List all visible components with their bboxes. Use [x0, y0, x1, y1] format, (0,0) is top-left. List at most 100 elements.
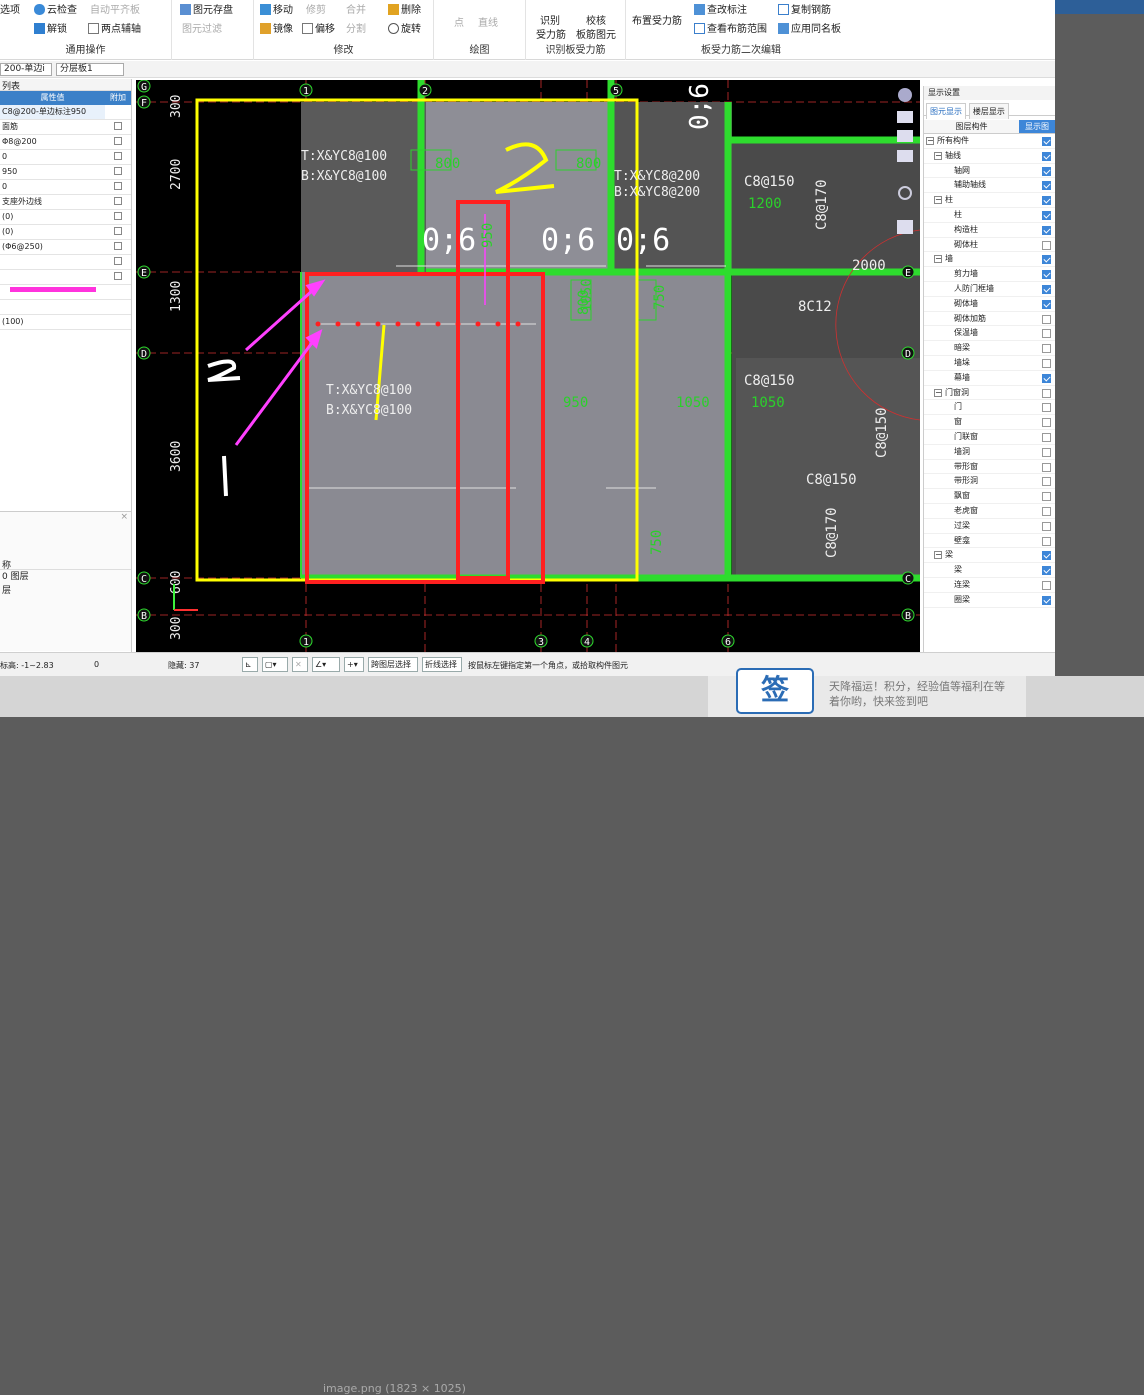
- property-extra-checkbox[interactable]: [114, 152, 122, 160]
- display-visible-checkbox[interactable]: [1042, 314, 1051, 324]
- display-row[interactable]: 带形窗: [924, 460, 1055, 475]
- verify-button[interactable]: 校核: [586, 12, 606, 27]
- display-visible-checkbox[interactable]: [1042, 240, 1051, 250]
- property-row[interactable]: [0, 270, 131, 285]
- display-row[interactable]: 壁龛: [924, 534, 1055, 549]
- trim-button[interactable]: 修剪: [306, 1, 326, 16]
- display-row[interactable]: 飘窗: [924, 489, 1055, 504]
- property-row[interactable]: 0: [0, 180, 131, 195]
- display-visible-checkbox[interactable]: [1042, 566, 1051, 576]
- display-row[interactable]: 砌体加筋: [924, 312, 1055, 327]
- tree-toggle-icon[interactable]: −: [934, 151, 942, 160]
- angle-select[interactable]: ∠▾: [312, 657, 340, 672]
- property-value[interactable]: 0: [0, 150, 105, 164]
- display-visible-checkbox[interactable]: [1042, 373, 1051, 383]
- tree-toggle-icon[interactable]: −: [934, 551, 942, 560]
- options-button[interactable]: 选项: [0, 1, 20, 16]
- property-row[interactable]: 支座外边线: [0, 195, 131, 210]
- property-row[interactable]: [0, 285, 131, 300]
- move-button[interactable]: 移动: [260, 1, 293, 16]
- place-rebar-button[interactable]: 布置受力筋: [632, 12, 682, 27]
- property-row[interactable]: C8@200-单边标注950: [0, 105, 131, 120]
- two-point-axis-button[interactable]: 两点辅轴: [88, 20, 141, 35]
- property-value[interactable]: 支座外边线: [0, 195, 105, 209]
- property-value[interactable]: (0): [0, 210, 105, 224]
- display-visible-checkbox[interactable]: [1042, 270, 1051, 280]
- line-button[interactable]: 直线: [478, 14, 498, 29]
- display-visible-checkbox[interactable]: [1042, 462, 1051, 472]
- offset-button[interactable]: 偏移: [302, 20, 335, 35]
- color-swatch[interactable]: [10, 287, 96, 292]
- display-row[interactable]: 保温墙: [924, 326, 1055, 342]
- property-extra-checkbox[interactable]: [114, 227, 122, 235]
- property-row[interactable]: (0): [0, 225, 131, 240]
- display-visible-checkbox[interactable]: [1042, 151, 1051, 161]
- property-row[interactable]: (0): [0, 210, 131, 225]
- polyline-select-button[interactable]: 折线选择: [422, 657, 462, 672]
- display-visible-checkbox[interactable]: [1042, 210, 1051, 220]
- property-row[interactable]: (100): [0, 315, 131, 330]
- display-visible-checkbox[interactable]: [1042, 536, 1051, 546]
- property-row[interactable]: 0: [0, 150, 131, 165]
- display-row[interactable]: − 所有构件: [924, 134, 1055, 149]
- display-visible-checkbox[interactable]: [1042, 477, 1051, 487]
- sign-in-box[interactable]: 签 天降福运！积分，经验值等福利在等着你哟，快来签到吧: [708, 668, 1026, 717]
- property-value[interactable]: [0, 285, 105, 299]
- tab-floor-display[interactable]: 楼层显示: [968, 103, 1009, 119]
- display-row[interactable]: − 梁: [924, 548, 1055, 564]
- property-extra-checkbox[interactable]: [114, 137, 122, 145]
- snap-select[interactable]: ▢▾: [262, 657, 288, 672]
- property-extra-checkbox[interactable]: [114, 197, 122, 205]
- property-extra-checkbox[interactable]: [114, 122, 122, 130]
- property-value[interactable]: Φ8@200: [0, 135, 105, 149]
- property-row[interactable]: [0, 300, 131, 315]
- tree-toggle-icon[interactable]: −: [926, 137, 934, 145]
- edit-label-button[interactable]: 查改标注: [694, 1, 747, 16]
- property-value[interactable]: (100): [0, 315, 105, 329]
- display-visible-checkbox[interactable]: [1042, 196, 1051, 206]
- display-visible-checkbox[interactable]: [1042, 551, 1051, 561]
- display-visible-checkbox[interactable]: [1042, 403, 1051, 413]
- display-visible-checkbox[interactable]: [1042, 432, 1051, 442]
- display-row[interactable]: 墙洞: [924, 445, 1055, 460]
- property-value[interactable]: 0: [0, 180, 105, 194]
- property-value[interactable]: (0): [0, 225, 105, 239]
- offset-select[interactable]: +▾: [344, 657, 364, 672]
- tab-element-display[interactable]: 图元显示: [926, 103, 966, 119]
- apply-same-button[interactable]: 应用同名板: [778, 20, 841, 35]
- cross-snap-toggle[interactable]: ✕: [292, 657, 308, 672]
- property-value[interactable]: 950: [0, 165, 105, 179]
- property-value[interactable]: [0, 300, 105, 314]
- display-row[interactable]: 梁: [924, 563, 1055, 578]
- tree-toggle-icon[interactable]: −: [934, 388, 942, 397]
- display-row[interactable]: 辅助轴线: [924, 178, 1055, 194]
- display-visible-checkbox[interactable]: [1042, 344, 1051, 354]
- display-row[interactable]: 门: [924, 400, 1055, 416]
- cloud-check-button[interactable]: 云检查: [34, 1, 77, 16]
- cross-layer-select-button[interactable]: 跨图层选择: [368, 657, 418, 672]
- point-button[interactable]: 点: [454, 14, 464, 29]
- display-visible-checkbox[interactable]: [1042, 299, 1051, 309]
- view-range-button[interactable]: 查看布筋范围: [694, 20, 767, 35]
- display-visible-checkbox[interactable]: [1042, 506, 1051, 516]
- delete-button[interactable]: 删除: [388, 1, 421, 16]
- property-row[interactable]: 面筋: [0, 120, 131, 135]
- cad-drawing[interactable]: 1 2 5 1 3 4 6 GF E D C B E D C B 300 2700 1300 3600 600 300 T…: [136, 80, 920, 652]
- display-visible-checkbox[interactable]: [1042, 418, 1051, 428]
- property-extra-checkbox[interactable]: [114, 167, 122, 175]
- display-visible-checkbox[interactable]: [1042, 181, 1051, 191]
- property-value[interactable]: 面筋: [0, 120, 105, 134]
- property-row[interactable]: Φ8@200: [0, 135, 131, 150]
- display-visible-checkbox[interactable]: [1042, 358, 1051, 368]
- tree-toggle-icon[interactable]: −: [934, 255, 942, 264]
- split-button[interactable]: 分割: [346, 20, 366, 35]
- display-row[interactable]: 砌体墙: [924, 297, 1055, 312]
- element-filter-button[interactable]: 图元过滤: [182, 20, 222, 35]
- property-row[interactable]: (Φ6@250): [0, 240, 131, 255]
- close-icon[interactable]: ×: [0, 512, 131, 524]
- mirror-button[interactable]: 镜像: [260, 20, 293, 35]
- display-visible-checkbox[interactable]: [1042, 225, 1051, 235]
- display-visible-checkbox[interactable]: [1042, 492, 1051, 502]
- display-row[interactable]: − 墙: [924, 252, 1055, 268]
- property-value[interactable]: (Φ6@250): [0, 240, 105, 254]
